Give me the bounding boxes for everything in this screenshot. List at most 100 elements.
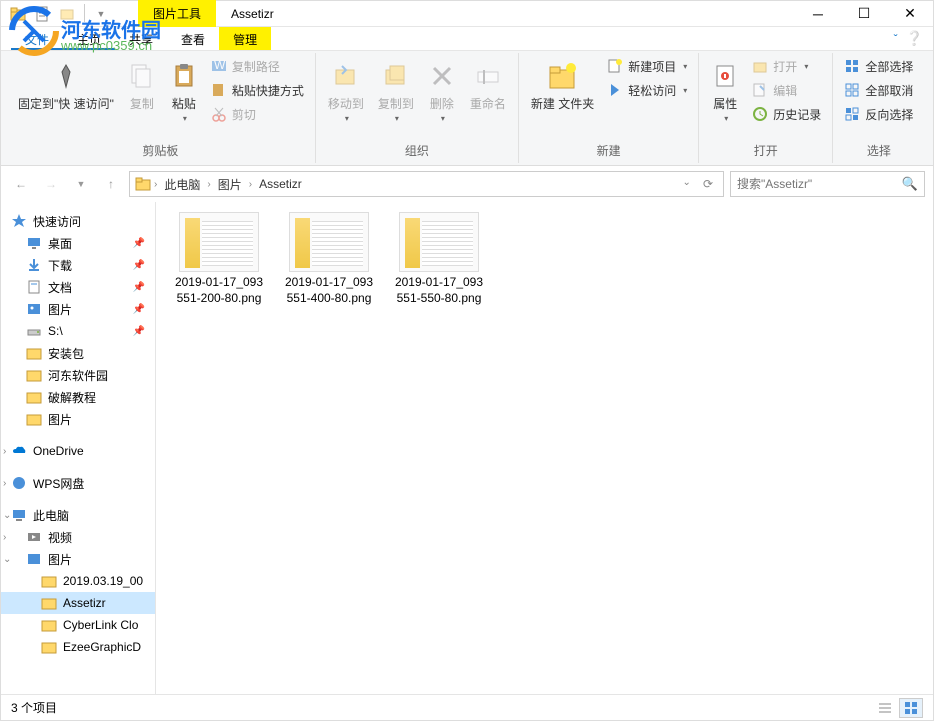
sidebar-item-cyberlink[interactable]: CyberLink Clo — [1, 614, 155, 636]
search-box[interactable]: 🔍 — [730, 171, 925, 197]
new-folder-button[interactable]: 新建 文件夹 — [525, 55, 600, 140]
svg-text:W: W — [214, 58, 226, 72]
folder-icon — [26, 367, 42, 383]
sidebar-item-pictures[interactable]: 图片📌 — [1, 298, 155, 320]
rename-button[interactable]: 重命名 — [464, 55, 512, 140]
pin-icon: 📌 — [133, 260, 145, 271]
sidebar-item-thispc[interactable]: ⌄此电脑 — [1, 504, 155, 526]
qat-newfolder-icon[interactable] — [57, 4, 79, 24]
sidebar-item-videos[interactable]: ›视频 — [1, 526, 155, 548]
help-icon[interactable]: ❔ — [906, 30, 923, 47]
maximize-button[interactable]: ☐ — [841, 1, 887, 27]
sidebar-item-ezee[interactable]: EzeeGraphicD — [1, 636, 155, 658]
pictures-icon — [26, 551, 42, 567]
chevron-right-icon[interactable]: › — [3, 446, 6, 457]
open-button[interactable]: 打开 — [747, 55, 826, 77]
sidebar-item-documents[interactable]: 文档📌 — [1, 276, 155, 298]
search-input[interactable] — [737, 177, 902, 191]
group-clipboard-label: 剪贴板 — [12, 140, 309, 161]
crumb-sep-icon[interactable]: › — [249, 179, 252, 190]
chevron-right-icon[interactable]: › — [3, 478, 6, 489]
sidebar-item-desktop[interactable]: 桌面📌 — [1, 232, 155, 254]
sidebar-item-hedong[interactable]: 河东软件园 — [1, 364, 155, 386]
ribbon-collapse-icon[interactable]: ˇ — [894, 32, 898, 46]
sidebar-item-datefolder[interactable]: 2019.03.19_00 — [1, 570, 155, 592]
navigation-pane: 快速访问 桌面📌 下载📌 文档📌 图片📌 S:\📌 安装包 河东软件园 破解教程… — [1, 202, 156, 694]
file-item[interactable]: 2019-01-17_093551-550-80.png — [394, 212, 484, 306]
view-icons-button[interactable] — [899, 698, 923, 718]
tab-view[interactable]: 查看 — [167, 27, 219, 50]
pin-icon: 📌 — [133, 304, 145, 315]
new-item-button[interactable]: 新建项目 — [602, 55, 692, 77]
sidebar-item-assetizr[interactable]: Assetizr — [1, 592, 155, 614]
drive-icon — [26, 323, 42, 339]
properties-button[interactable]: 属性 — [705, 55, 745, 140]
up-button[interactable]: ↑ — [99, 172, 123, 196]
addressbar: ← → ▼ ↑ › 此电脑 › 图片 › Assetizr ⌄ ⟳ 🔍 — [1, 166, 933, 202]
easy-access-button[interactable]: 轻松访问 — [602, 79, 692, 101]
download-icon — [26, 257, 42, 273]
address-box[interactable]: › 此电脑 › 图片 › Assetizr ⌄ ⟳ — [129, 171, 724, 197]
crumb-sep-icon[interactable]: › — [207, 179, 210, 190]
file-item[interactable]: 2019-01-17_093551-400-80.png — [284, 212, 374, 306]
pin-icon: 📌 — [133, 282, 145, 293]
forward-button[interactable]: → — [39, 172, 63, 196]
move-to-button[interactable]: 移动到 — [322, 55, 370, 140]
tab-home[interactable]: 主页 — [63, 27, 115, 50]
sidebar-item-installpkg[interactable]: 安装包 — [1, 342, 155, 364]
address-dropdown-icon[interactable]: ⌄ — [678, 177, 696, 191]
delete-button[interactable]: 删除 — [422, 55, 462, 140]
qat-explorer-icon[interactable] — [7, 4, 29, 24]
ribbon: 固定到"快 速访问" 复制 粘贴 W复制路径 粘贴快捷方式 剪切 剪贴板 移动到 — [1, 51, 933, 166]
sidebar-item-wpscloud[interactable]: ›WPS网盘 — [1, 472, 155, 494]
sidebar-item-cracktutorial[interactable]: 破解教程 — [1, 386, 155, 408]
sidebar-item-downloads[interactable]: 下载📌 — [1, 254, 155, 276]
search-icon[interactable]: 🔍 — [902, 176, 918, 192]
document-icon — [26, 279, 42, 295]
minimize-button[interactable]: ─ — [795, 1, 841, 27]
sidebar-item-onedrive[interactable]: ›OneDrive — [1, 440, 155, 462]
chevron-down-icon[interactable]: ⌄ — [3, 510, 11, 521]
copy-button[interactable]: 复制 — [122, 55, 162, 140]
qat-customize-dropdown[interactable]: ▼ — [90, 4, 112, 24]
sidebar-item-picturesfolder[interactable]: 图片 — [1, 408, 155, 430]
view-details-button[interactable] — [873, 698, 897, 718]
copy-path-button[interactable]: W复制路径 — [206, 55, 309, 77]
sidebar-item-sdrive[interactable]: S:\📌 — [1, 320, 155, 342]
select-all-button[interactable]: 全部选择 — [839, 55, 918, 77]
refresh-icon[interactable]: ⟳ — [698, 177, 718, 191]
breadcrumb-thispc[interactable]: 此电脑 — [160, 174, 204, 195]
edit-button[interactable]: 编辑 — [747, 79, 826, 101]
history-button[interactable]: 历史记录 — [747, 103, 826, 125]
paste-shortcut-button[interactable]: 粘贴快捷方式 — [206, 79, 309, 101]
recent-locations-dropdown[interactable]: ▼ — [69, 172, 93, 196]
cut-button[interactable]: 剪切 — [206, 103, 309, 125]
pin-quickaccess-button[interactable]: 固定到"快 速访问" — [12, 55, 120, 140]
pictures-icon — [26, 301, 42, 317]
file-list[interactable]: 2019-01-17_093551-200-80.png 2019-01-17_… — [156, 202, 933, 694]
back-button[interactable]: ← — [9, 172, 33, 196]
group-organize-label: 组织 — [322, 140, 512, 161]
file-item[interactable]: 2019-01-17_093551-200-80.png — [174, 212, 264, 306]
chevron-down-icon[interactable]: ⌄ — [3, 554, 11, 565]
sidebar-item-pictureslib[interactable]: ⌄图片 — [1, 548, 155, 570]
chevron-right-icon[interactable]: › — [3, 532, 6, 543]
select-none-button[interactable]: 全部取消 — [839, 79, 918, 101]
sidebar-item-quickaccess[interactable]: 快速访问 — [1, 210, 155, 232]
tab-share[interactable]: 共享 — [115, 27, 167, 50]
close-button[interactable]: ✕ — [887, 1, 933, 27]
breadcrumb-pictures[interactable]: 图片 — [214, 174, 246, 195]
breadcrumb-current[interactable]: Assetizr — [255, 175, 306, 193]
ribbon-tabs: 文件 主页 共享 查看 管理 ˇ ❔ — [1, 27, 933, 51]
crumb-sep-icon[interactable]: › — [154, 179, 157, 190]
folder-icon — [26, 389, 42, 405]
file-thumbnail — [399, 212, 479, 272]
tab-file[interactable]: 文件 — [11, 27, 63, 50]
invert-selection-button[interactable]: 反向选择 — [839, 103, 918, 125]
tab-manage[interactable]: 管理 — [219, 27, 271, 50]
file-thumbnail — [179, 212, 259, 272]
qat-properties-icon[interactable] — [32, 4, 54, 24]
copy-to-button[interactable]: 复制到 — [372, 55, 420, 140]
paste-button[interactable]: 粘贴 — [164, 55, 204, 140]
folder-icon — [41, 573, 57, 589]
